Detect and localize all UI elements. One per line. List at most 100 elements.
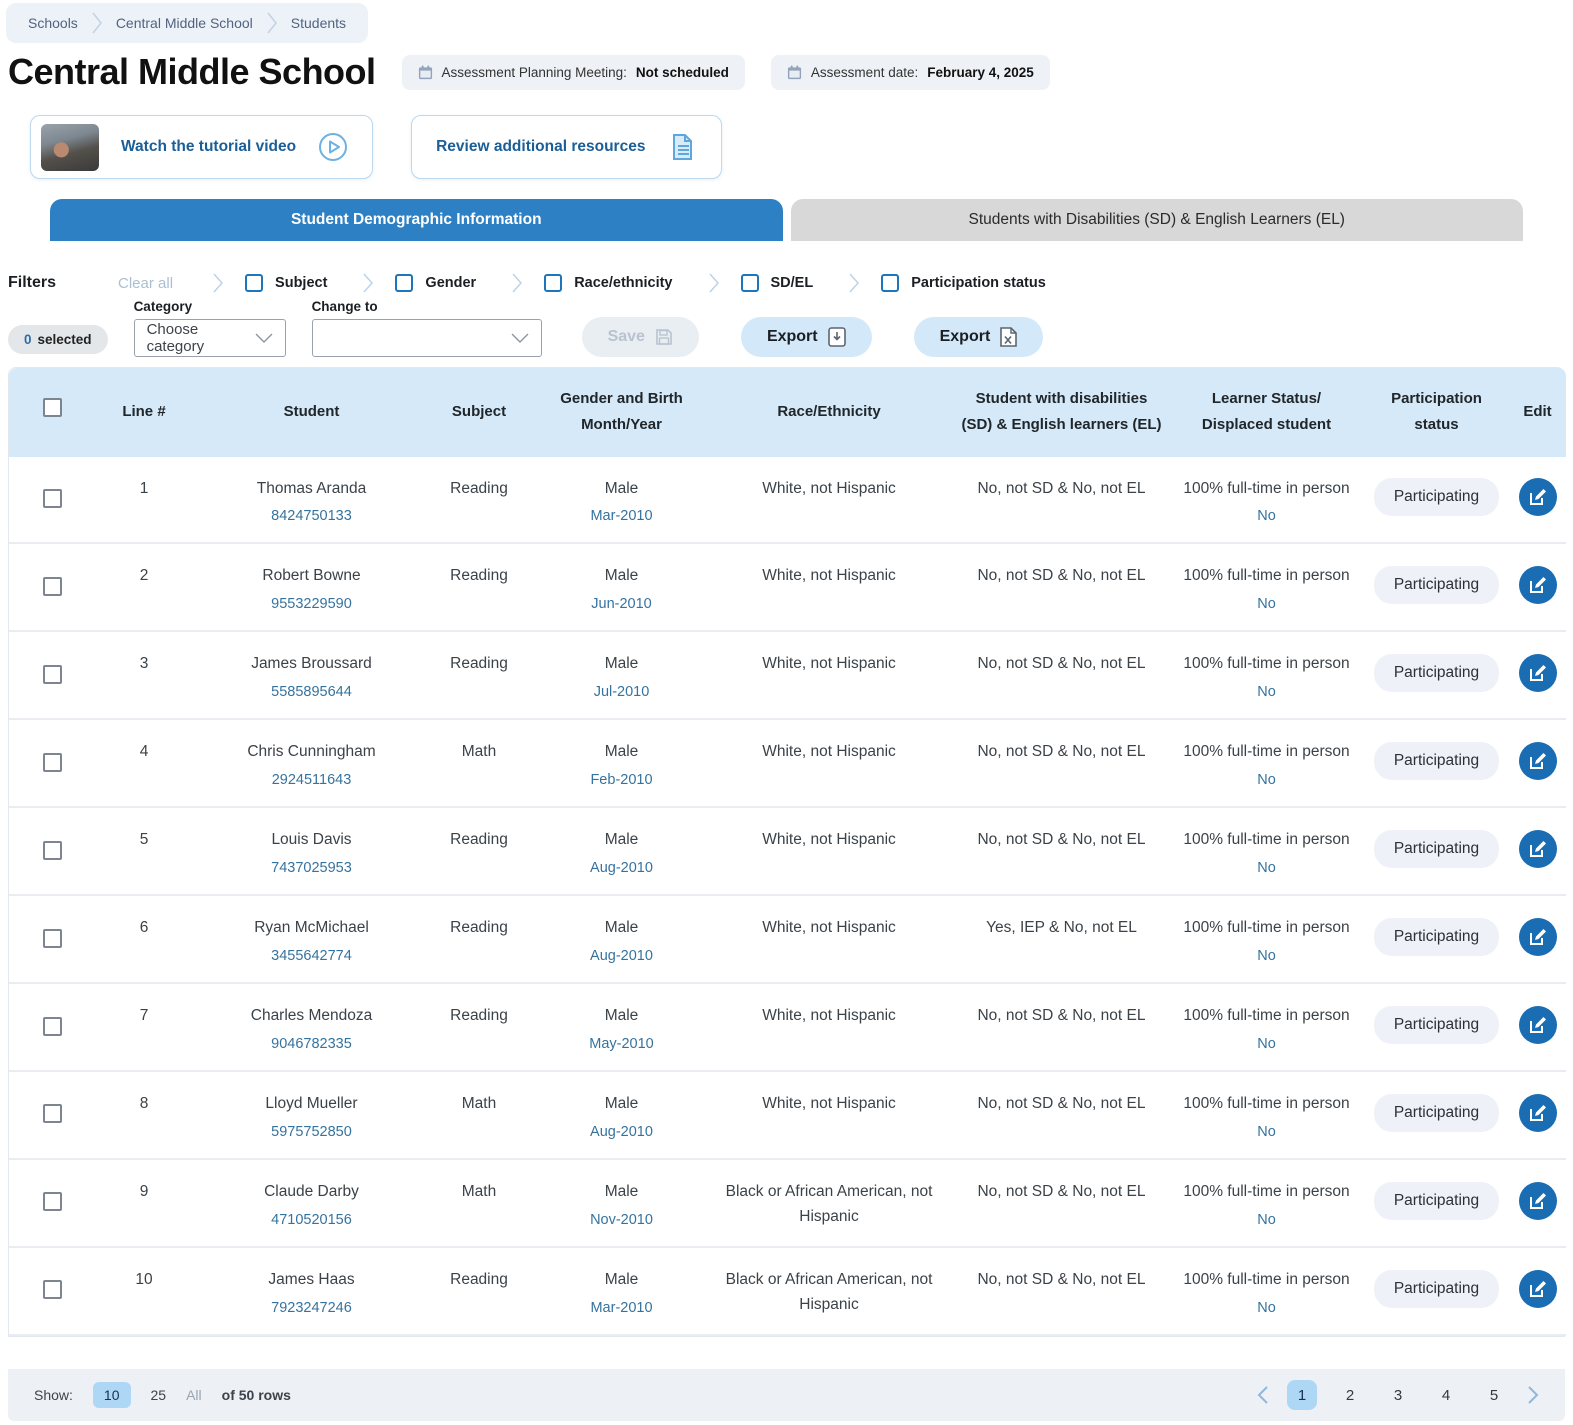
participation-status-button[interactable]: Participating [1373, 742, 1500, 781]
edit-button[interactable] [1518, 918, 1557, 957]
student-id: 7437025953 [271, 860, 352, 877]
displaced-student: No [1257, 1212, 1276, 1229]
filter-subject-checkbox[interactable] [245, 274, 264, 292]
table-row: 2 Robert Bowne 9553229590 Reading Male J… [9, 543, 1566, 633]
student-name: Lloyd Mueller [265, 1095, 358, 1113]
student-name: James Haas [268, 1271, 355, 1289]
breadcrumb-item-students[interactable]: Students [291, 15, 346, 31]
clear-all-filters[interactable]: Clear all [118, 275, 173, 292]
review-resources-button[interactable]: Review additional resources [411, 115, 723, 179]
participation-status-button[interactable]: Participating [1373, 654, 1500, 693]
show-25-option[interactable]: 25 [151, 1387, 167, 1403]
participation-status-button[interactable]: Participating [1373, 1270, 1500, 1309]
learner-status: 100% full-time in person [1183, 1183, 1350, 1201]
tab-student-demographic[interactable]: Student Demographic Information [50, 199, 783, 241]
student-cell: James Haas 7923247246 [204, 1247, 419, 1337]
participation-status-button[interactable]: Participating [1373, 830, 1500, 869]
learner-status: 100% full-time in person [1183, 1007, 1350, 1025]
participation-status-button[interactable]: Participating [1373, 918, 1500, 957]
learner-status: 100% full-time in person [1183, 567, 1350, 585]
page-title: Central Middle School [8, 51, 376, 92]
row-checkbox[interactable] [43, 752, 62, 772]
watch-tutorial-button[interactable]: Watch the tutorial video [30, 115, 374, 179]
sd-el-cell: No, not SD & No, not EL [954, 983, 1169, 1073]
edit-button[interactable] [1518, 1006, 1557, 1045]
table-row: 1 Thomas Aranda 8424750133 Reading Male … [9, 456, 1566, 545]
page-5-button[interactable]: 5 [1479, 1380, 1509, 1410]
edit-button[interactable] [1518, 654, 1557, 693]
page-2-button[interactable]: 2 [1335, 1380, 1365, 1410]
line-number-cell: 3 [84, 631, 204, 721]
filter-race-checkbox[interactable] [544, 274, 563, 292]
learner-status-cell: 100% full-time in person No [1169, 983, 1364, 1073]
change-to-select[interactable] [311, 319, 542, 357]
table-row: 7 Charles Mendoza 9046782335 Reading Mal… [9, 983, 1566, 1073]
filter-gender: Gender [395, 274, 476, 292]
student-id: 8424750133 [271, 508, 352, 525]
page-1-button[interactable]: 1 [1287, 1380, 1317, 1410]
save-button[interactable]: Save [581, 317, 699, 357]
pagination: 1 2 3 4 5 [1257, 1380, 1539, 1410]
resources-label: Review additional resources [436, 138, 646, 155]
birth-month-year: Mar-2010 [590, 1300, 653, 1317]
tab-sd-el[interactable]: Students with Disabilities (SD) & Englis… [790, 199, 1523, 241]
sd-el-cell: No, not SD & No, not EL [954, 1071, 1169, 1161]
row-checkbox[interactable] [43, 1280, 62, 1300]
row-checkbox[interactable] [43, 928, 62, 948]
filter-sdel-checkbox[interactable] [740, 274, 759, 292]
sd-el-cell: No, not SD & No, not EL [954, 456, 1169, 545]
filter-subject: Subject [245, 274, 327, 292]
edit-button[interactable] [1518, 830, 1557, 869]
sd-el-cell: No, not SD & No, not EL [954, 807, 1169, 897]
edit-button[interactable] [1518, 1270, 1557, 1309]
participation-status-button[interactable]: Participating [1373, 478, 1500, 517]
edit-pencil-icon [1530, 1192, 1546, 1209]
participation-status-button[interactable]: Participating [1373, 1094, 1500, 1133]
filter-race-ethnicity: Race/ethnicity [544, 274, 673, 292]
edit-button[interactable] [1518, 566, 1557, 605]
learner-status: 100% full-time in person [1183, 1271, 1350, 1289]
export-excel-button[interactable]: Export [913, 317, 1044, 357]
breadcrumb-item-school[interactable]: Central Middle School [116, 15, 253, 31]
participation-status-button[interactable]: Participating [1373, 1006, 1500, 1045]
edit-button[interactable] [1518, 1094, 1557, 1133]
page-4-button[interactable]: 4 [1431, 1380, 1461, 1410]
category-select[interactable]: Choose category [133, 319, 286, 357]
race-ethnicity-cell: White, not Hispanic [704, 983, 954, 1073]
export-pdf-button[interactable]: Export [740, 317, 872, 357]
row-checkbox[interactable] [43, 840, 62, 860]
select-all-checkbox[interactable] [43, 398, 62, 418]
line-number-cell: 9 [84, 1159, 204, 1249]
edit-button[interactable] [1518, 478, 1557, 517]
row-checkbox[interactable] [43, 1016, 62, 1036]
breadcrumb: Schools Central Middle School Students [6, 3, 369, 43]
filter-gender-checkbox[interactable] [395, 274, 414, 292]
sd-el-cell: Yes, IEP & No, not EL [954, 895, 1169, 985]
student-id: 2924511643 [271, 772, 352, 789]
chevron-right-icon [213, 273, 224, 293]
row-checkbox[interactable] [43, 664, 62, 684]
previous-page-icon[interactable] [1257, 1385, 1269, 1405]
learner-status: 100% full-time in person [1183, 743, 1350, 761]
page-3-button[interactable]: 3 [1383, 1380, 1413, 1410]
show-all-option[interactable]: All [186, 1387, 202, 1403]
participation-status-button[interactable]: Participating [1373, 1182, 1500, 1221]
breadcrumb-item-schools[interactable]: Schools [28, 15, 78, 31]
table-row: 6 Ryan McMichael 3455642774 Reading Male… [9, 895, 1566, 985]
gender: Male [604, 1183, 639, 1201]
birth-month-year: Nov-2010 [590, 1212, 653, 1229]
birth-month-year: May-2010 [589, 1036, 654, 1053]
row-checkbox[interactable] [43, 1192, 62, 1212]
next-page-icon[interactable] [1527, 1385, 1539, 1405]
filter-participation-checkbox[interactable] [881, 274, 900, 292]
row-checkbox[interactable] [43, 488, 62, 508]
show-10-option[interactable]: 10 [92, 1382, 131, 1408]
participation-status-button[interactable]: Participating [1373, 566, 1500, 605]
row-checkbox[interactable] [43, 576, 62, 596]
row-checkbox[interactable] [43, 1104, 62, 1124]
chevron-down-icon [511, 333, 529, 343]
col-line-number: Line # [84, 368, 204, 457]
edit-button[interactable] [1518, 742, 1557, 781]
learner-status: 100% full-time in person [1183, 831, 1350, 849]
edit-button[interactable] [1518, 1182, 1557, 1221]
